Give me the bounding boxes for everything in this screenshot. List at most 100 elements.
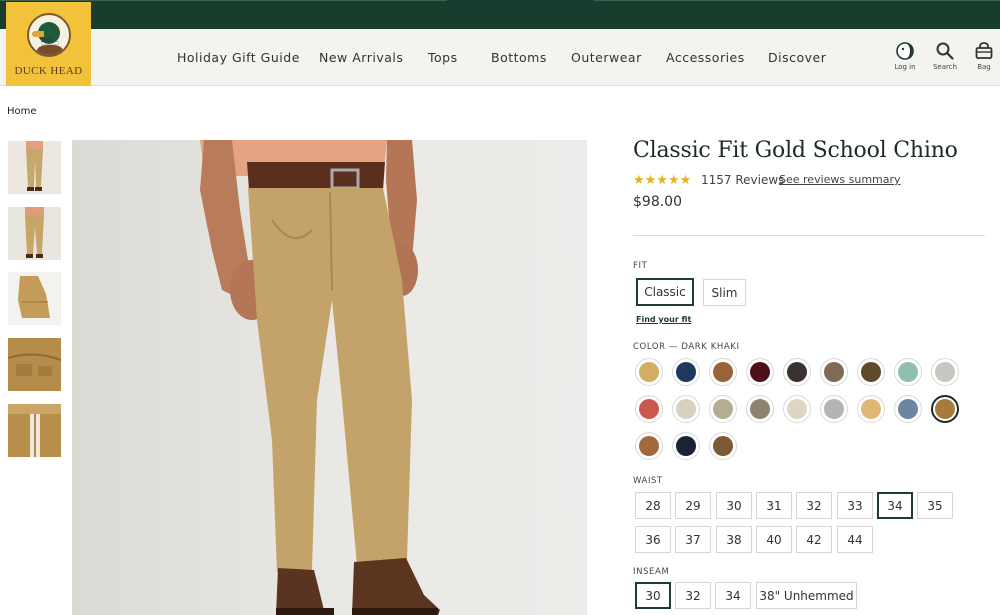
search-icon <box>936 42 954 60</box>
color-swatch-fill <box>824 399 844 419</box>
color-swatch-fill <box>676 436 696 456</box>
color-swatch-fill <box>750 362 770 382</box>
folded-thumbnail-image <box>8 272 61 325</box>
color-label: COLOR — DARK KHAKI <box>633 342 740 352</box>
fit-label: FIT <box>633 261 648 271</box>
color-swatch[interactable] <box>931 358 959 386</box>
waist-option[interactable]: 28 <box>635 492 671 519</box>
nav-outerwear[interactable]: Outerwear <box>571 50 642 65</box>
nav-discover[interactable]: Discover <box>768 50 826 65</box>
waist-option[interactable]: 32 <box>796 492 832 519</box>
product-main-image[interactable] <box>72 140 587 615</box>
color-swatch[interactable] <box>709 395 737 423</box>
product-thumbnail[interactable] <box>8 404 61 457</box>
announcement-bar <box>0 0 1000 29</box>
product-thumbnail[interactable] <box>8 207 61 260</box>
waist-option[interactable]: 37 <box>675 526 711 553</box>
color-swatch[interactable] <box>783 358 811 386</box>
duck-head-icon <box>896 42 914 60</box>
color-swatch[interactable] <box>894 395 922 423</box>
duck-logo-icon: 1865 <box>27 13 71 57</box>
logo-year: 1865 <box>41 38 53 44</box>
color-swatch-fill <box>787 362 807 382</box>
color-swatch[interactable] <box>783 395 811 423</box>
color-swatch[interactable] <box>635 432 663 460</box>
waist-option[interactable]: 31 <box>756 492 792 519</box>
color-swatch[interactable] <box>894 358 922 386</box>
waist-option[interactable]: 33 <box>837 492 873 519</box>
inseam-option[interactable]: 38" Unhemmed <box>756 582 857 609</box>
breadcrumb[interactable]: Home <box>7 106 37 117</box>
product-thumbnail[interactable] <box>8 338 61 391</box>
find-your-fit-link[interactable]: Find your fit <box>636 315 691 324</box>
login-button[interactable]: Log in <box>890 41 920 71</box>
search-button[interactable]: Search <box>930 41 960 71</box>
color-swatch[interactable] <box>635 358 663 386</box>
product-thumbnail[interactable] <box>8 272 61 325</box>
review-count[interactable]: 1157 Reviews <box>701 173 784 187</box>
inseam-option[interactable]: 30 <box>635 582 671 609</box>
color-swatch-fill <box>676 399 696 419</box>
waist-option[interactable]: 40 <box>756 526 792 553</box>
color-swatch-fill <box>935 362 955 382</box>
color-swatch[interactable] <box>931 395 959 423</box>
waist-option[interactable]: 30 <box>716 492 752 519</box>
search-label: Search <box>932 63 958 71</box>
color-swatch[interactable] <box>857 395 885 423</box>
waist-option[interactable]: 42 <box>796 526 832 553</box>
product-price: $98.00 <box>633 194 682 210</box>
color-swatch-fill <box>713 362 733 382</box>
inseam-label: INSEAM <box>633 567 670 577</box>
logo-bill <box>32 31 44 37</box>
site-header: Holiday Gift Guide New Arrivals Tops Bot… <box>0 29 1000 86</box>
waist-option[interactable]: 35 <box>917 492 953 519</box>
see-reviews-summary-link[interactable]: See reviews summary <box>779 173 901 186</box>
color-swatch-fill <box>713 436 733 456</box>
color-swatch[interactable] <box>709 432 737 460</box>
waistband-detail-thumbnail-image <box>8 404 61 457</box>
nav-holiday-gift-guide[interactable]: Holiday Gift Guide <box>177 50 300 65</box>
inseam-option[interactable]: 34 <box>715 582 751 609</box>
waist-label: WAIST <box>633 476 663 486</box>
divider <box>594 0 1000 1</box>
color-swatch[interactable] <box>746 358 774 386</box>
waist-option[interactable]: 34 <box>877 492 913 519</box>
color-swatch-fill <box>750 399 770 419</box>
color-swatch-fill <box>676 362 696 382</box>
inseam-option[interactable]: 32 <box>675 582 711 609</box>
waist-option[interactable]: 29 <box>675 492 711 519</box>
fit-option-classic[interactable]: Classic <box>636 278 694 306</box>
product-title: Classic Fit Gold School Chino <box>633 138 958 163</box>
color-swatch[interactable] <box>857 358 885 386</box>
color-swatch[interactable] <box>672 432 700 460</box>
waist-option[interactable]: 36 <box>635 526 671 553</box>
waist-option[interactable]: 38 <box>716 526 752 553</box>
product-thumbnail[interactable] <box>8 141 61 194</box>
fit-option-slim[interactable]: Slim <box>703 279 746 306</box>
color-swatch[interactable] <box>820 395 848 423</box>
color-swatch-fill <box>898 399 918 419</box>
color-swatch-fill <box>824 362 844 382</box>
bag-icon <box>975 42 993 59</box>
color-swatch-fill <box>787 399 807 419</box>
nav-bottoms[interactable]: Bottoms <box>491 50 547 65</box>
full-front-thumbnail-image <box>8 141 61 194</box>
brand-logo[interactable]: 1865 DUCK HEAD <box>6 2 91 86</box>
nav-accessories[interactable]: Accessories <box>666 50 745 65</box>
color-swatch[interactable] <box>820 358 848 386</box>
divider <box>0 0 447 1</box>
rating-stars-icon[interactable]: ★★★★★ <box>633 172 691 188</box>
color-swatch[interactable] <box>672 395 700 423</box>
waist-option[interactable]: 44 <box>837 526 873 553</box>
bag-button[interactable]: Bag <box>969 41 999 71</box>
color-swatch-fill <box>639 362 659 382</box>
color-swatch[interactable] <box>709 358 737 386</box>
color-swatch[interactable] <box>672 358 700 386</box>
bag-label: Bag <box>977 63 991 71</box>
nav-new-arrivals[interactable]: New Arrivals <box>319 50 403 65</box>
color-swatch[interactable] <box>746 395 774 423</box>
divider <box>633 235 985 236</box>
nav-tops[interactable]: Tops <box>428 50 458 65</box>
brand-wordmark: DUCK HEAD <box>14 65 83 77</box>
color-swatch[interactable] <box>635 395 663 423</box>
